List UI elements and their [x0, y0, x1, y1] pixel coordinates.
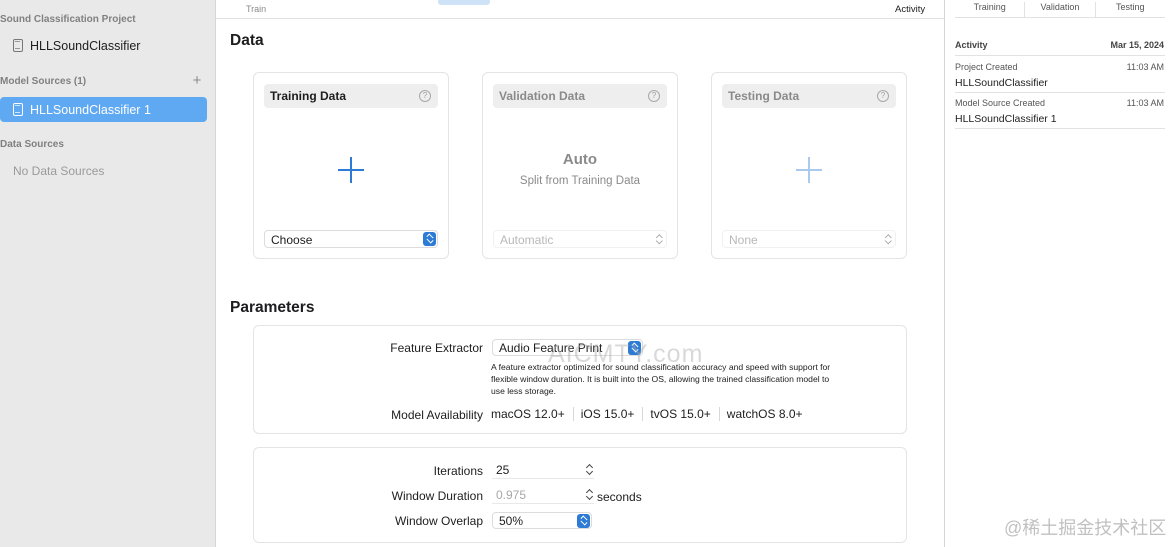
add-testing-data-icon [796, 157, 822, 183]
activity-toggle[interactable]: Activity [895, 4, 925, 15]
activity-title: Activity [955, 40, 988, 50]
activity-entry[interactable]: Model Source Created 11:03 AM HLLSoundCl… [955, 93, 1165, 129]
activity-pane: Training Validation Testing Activity Mar… [944, 0, 1168, 547]
model-availability-label: Model Availability [391, 408, 483, 422]
testing-data-header: Testing Data ? [722, 84, 896, 108]
feature-extractor-label: Feature Extractor [390, 341, 483, 355]
sidebar-item-project[interactable]: HLLSoundClassifier [13, 33, 206, 58]
activity-entry-name: HLLSoundClassifier [955, 77, 1048, 89]
top-tabs [438, 0, 730, 5]
help-icon[interactable]: ? [419, 90, 431, 102]
model-sources-section-header: Model Sources (1) [0, 76, 87, 87]
chevron-updown-icon [423, 232, 436, 246]
chevron-updown-icon [655, 234, 663, 245]
stepper-icon[interactable] [585, 463, 594, 477]
tab-output[interactable] [680, 0, 730, 5]
iterations-field[interactable]: 25 [492, 462, 594, 479]
data-section-title: Data [230, 32, 264, 49]
tab-training-metrics[interactable]: Training [955, 2, 1026, 17]
validation-data-card: Validation Data ? Auto Split from Traini… [482, 72, 678, 259]
data-sources-empty-text: No Data Sources [13, 164, 105, 178]
availability-macos: macOS 12.0+ [491, 407, 574, 421]
validation-data-select-value: Automatic [500, 233, 554, 247]
iterations-label: Iterations [433, 464, 483, 478]
chevron-updown-icon [577, 514, 590, 528]
window-duration-label: Window Duration [391, 489, 483, 503]
activity-entry[interactable]: Project Created 11:03 AM HLLSoundClassif… [955, 57, 1165, 93]
testing-data-card: Testing Data ? None [711, 72, 907, 259]
testing-data-select-value: None [729, 233, 758, 247]
availability-ios: iOS 15.0+ [581, 407, 644, 421]
activity-entry-kind: Model Source Created [955, 98, 1046, 108]
activity-header: Activity Mar 15, 2024 [955, 40, 1165, 56]
activity-entry-name: HLLSoundClassifier 1 [955, 113, 1057, 125]
sidebar-item-model-source[interactable]: HLLSoundClassifier 1 [0, 97, 207, 122]
window-overlap-select[interactable]: 50% [492, 512, 592, 529]
window-duration-field[interactable]: 0.975 [492, 487, 594, 504]
help-icon[interactable]: ? [648, 90, 660, 102]
add-model-source-button[interactable]: + [190, 73, 204, 88]
sidebar-item-project-label: HLLSoundClassifier [30, 38, 141, 53]
model-availability-list: macOS 12.0+ iOS 15.0+ tvOS 15.0+ watchOS… [491, 407, 818, 421]
activity-entry-time: 11:03 AM [1126, 98, 1164, 108]
activity-entry-kind: Project Created [955, 62, 1018, 72]
window-duration-unit: seconds [597, 490, 642, 504]
testing-data-select: None [722, 230, 896, 248]
activity-entry-time: 11:03 AM [1126, 62, 1164, 72]
chevron-updown-icon [884, 234, 892, 245]
top-tab-strip: Train Activity [216, 0, 944, 19]
stepper-icon[interactable] [585, 488, 594, 502]
tab-validation-metrics[interactable]: Validation [1025, 2, 1096, 17]
train-label: Train [246, 4, 267, 14]
document-icon [13, 39, 23, 52]
tab-evaluation[interactable] [548, 0, 620, 5]
watermark-corner: @稀土掘金技术社区 [1004, 518, 1167, 538]
validation-data-header: Validation Data ? [493, 84, 667, 108]
iterations-value: 25 [496, 463, 510, 477]
sidebar: Sound Classification Project HLLSoundCla… [0, 0, 216, 547]
tab-settings[interactable] [438, 0, 490, 5]
tab-testing-metrics[interactable]: Testing [1096, 2, 1165, 17]
data-sources-section-header: Data Sources [0, 139, 64, 150]
tab-training[interactable] [490, 0, 548, 5]
sidebar-item-model-source-label: HLLSoundClassifier 1 [30, 102, 151, 117]
training-data-label: Training Data [270, 89, 347, 103]
validation-auto-title: Auto [562, 151, 598, 168]
testing-data-label: Testing Data [728, 89, 800, 103]
activity-date: Mar 15, 2024 [1110, 40, 1164, 50]
training-data-card: Training Data ? Choose [253, 72, 449, 259]
validation-data-select: Automatic [493, 230, 667, 248]
add-training-data-icon[interactable] [338, 157, 364, 183]
watermark-center: AICMTY.com [548, 340, 704, 368]
parameters-section-title: Parameters [230, 299, 315, 316]
main-content: Train Activity Data Training Data ? Choo… [216, 0, 944, 547]
model-icon [13, 103, 23, 116]
window-duration-placeholder: 0.975 [496, 488, 527, 502]
help-icon[interactable]: ? [877, 90, 889, 102]
availability-tvos: tvOS 15.0+ [650, 407, 720, 421]
tab-preview[interactable] [620, 0, 680, 5]
window-overlap-label: Window Overlap [394, 514, 483, 528]
training-data-header: Training Data ? [264, 84, 438, 108]
training-parameters-card: Iterations 25 Window Duration 0.975 seco… [253, 447, 907, 543]
availability-watchos: watchOS 8.0+ [726, 407, 803, 421]
project-section-header: Sound Classification Project [0, 14, 136, 25]
validation-data-label: Validation Data [499, 89, 586, 103]
training-data-choose-value: Choose [271, 233, 313, 247]
window-overlap-value: 50% [499, 514, 524, 528]
training-data-choose-select[interactable]: Choose [264, 230, 438, 248]
validation-auto-subtitle: Split from Training Data [519, 175, 641, 187]
metric-tabs: Training Validation Testing [955, 2, 1165, 18]
